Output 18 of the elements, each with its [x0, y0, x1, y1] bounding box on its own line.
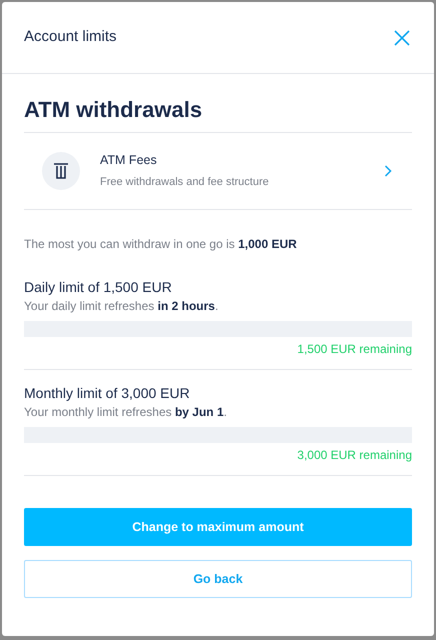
atm-icon: [42, 152, 80, 190]
single-withdrawal-note: The most you can withdraw in one go is 1,000 EUR: [24, 236, 298, 252]
chevron-right-icon: [384, 165, 392, 177]
limit-title: Daily limit of 1,500 EUR: [24, 278, 173, 296]
row-subtitle: Free withdrawals and fee structure: [100, 175, 270, 190]
change-maximum-button[interactable]: Change to maximum amount: [24, 508, 412, 546]
section-heading: ATM withdrawals: [24, 74, 412, 133]
row-title: ATM Fees: [100, 152, 158, 170]
limit-title: Monthly limit of 3,000 EUR: [24, 384, 191, 402]
fees-row[interactable]: ATM Fees Free withdrawals and fee structure: [24, 133, 412, 210]
close-icon: [394, 30, 410, 46]
limit-refresh-text: Your daily limit refreshes in 2 hours.: [24, 298, 220, 314]
go-back-button[interactable]: Go back: [24, 560, 412, 598]
dialog-title: Account limits: [24, 27, 117, 48]
remaining-amount: 1,500 EUR remaining: [296, 341, 412, 357]
limit-refresh-text: Your monthly limit refreshes by Jun 1.: [24, 404, 228, 420]
close-button[interactable]: [392, 28, 412, 48]
remaining-amount: 3,000 EUR remaining: [296, 447, 412, 463]
